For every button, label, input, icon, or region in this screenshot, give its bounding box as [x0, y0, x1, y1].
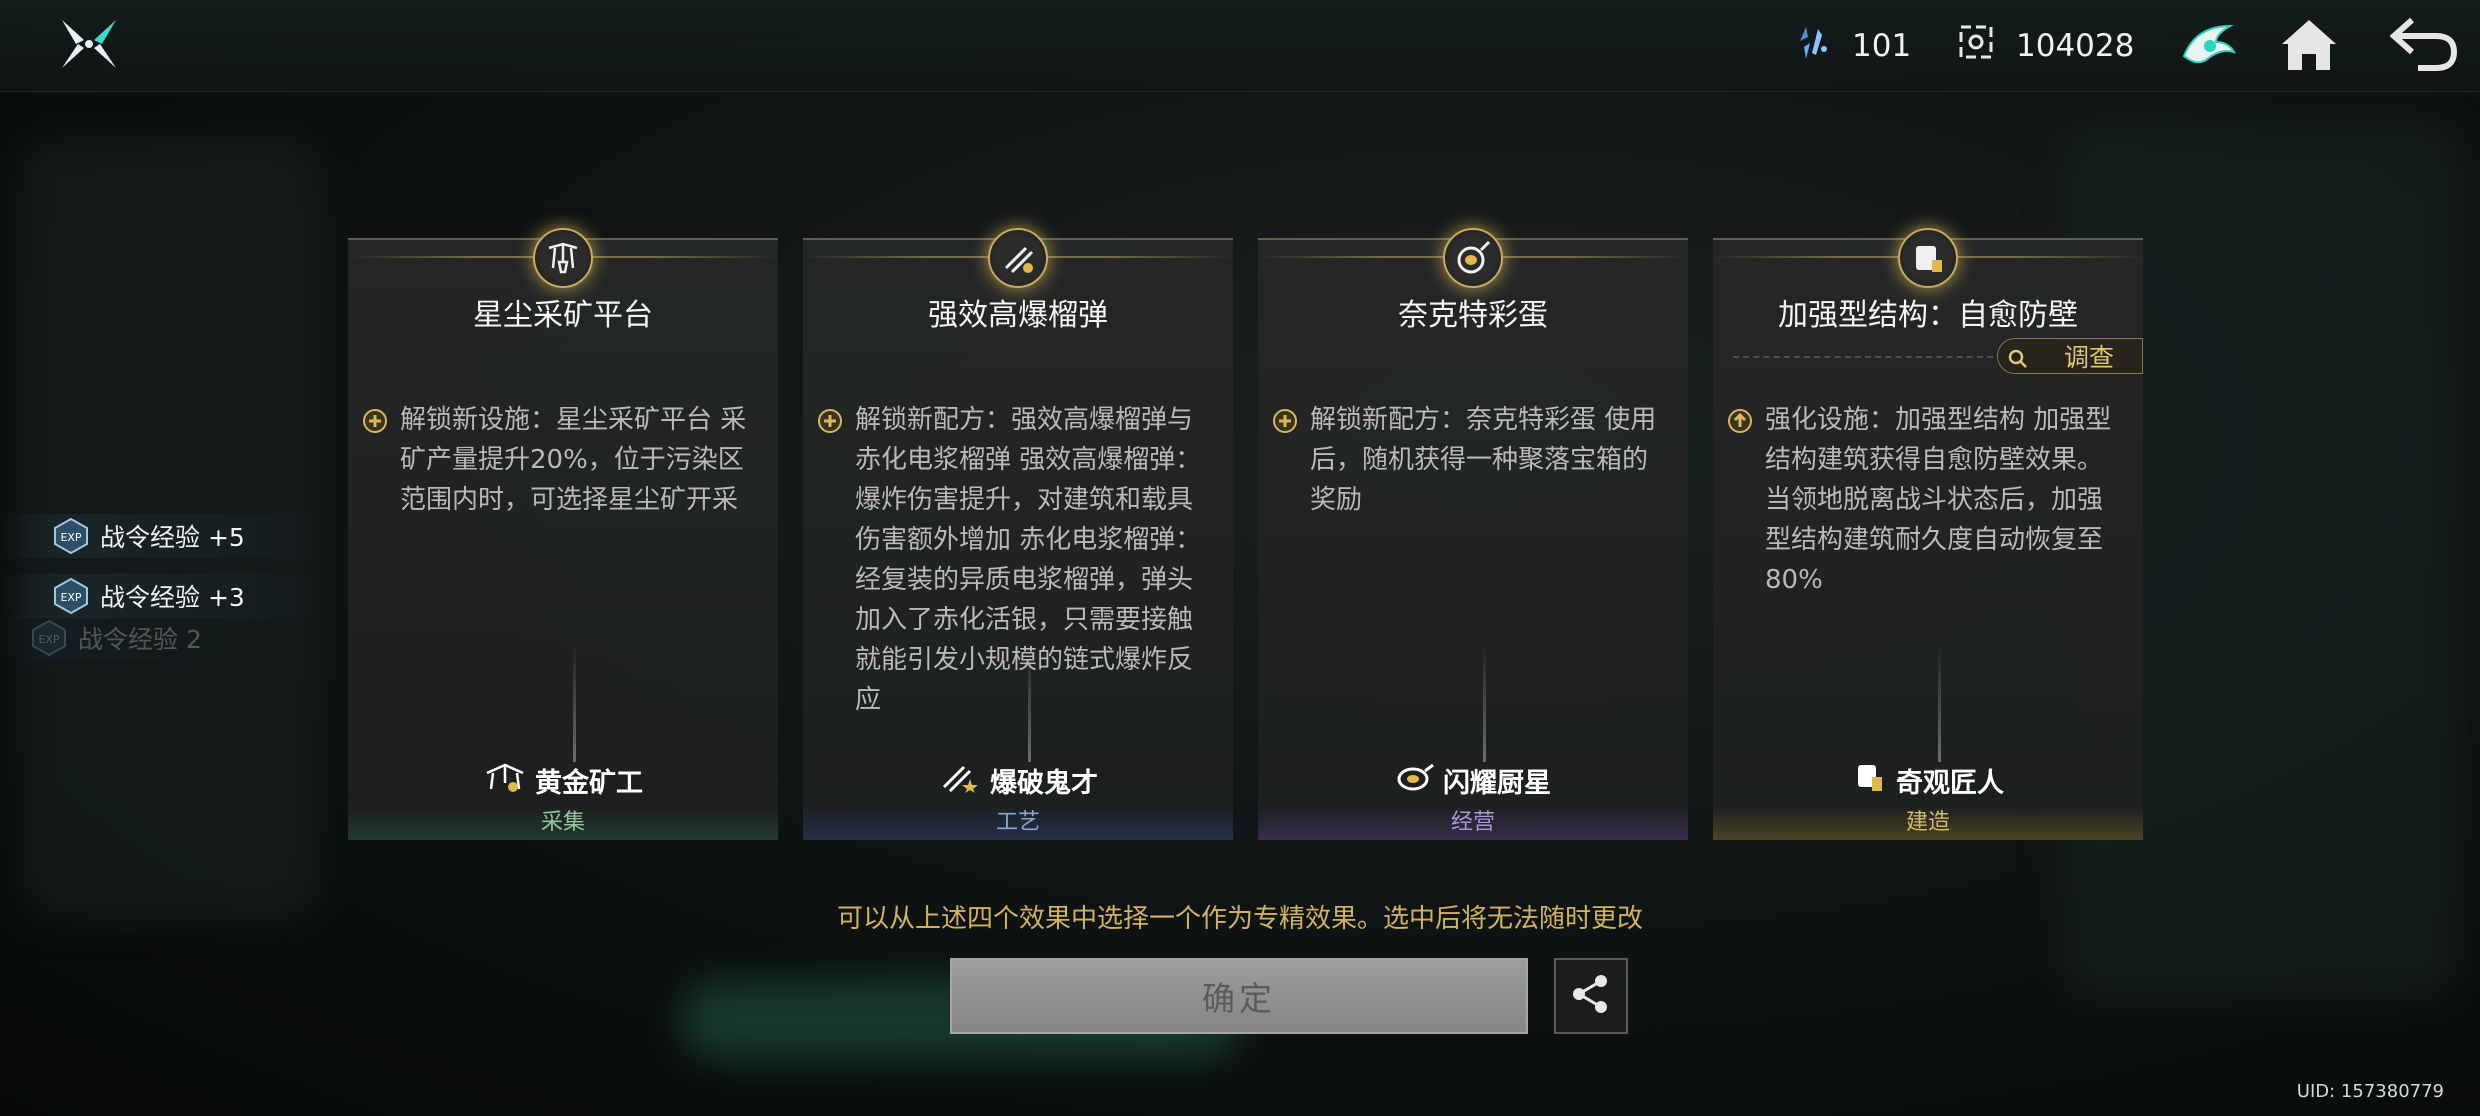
demolition-role-icon — [938, 761, 982, 800]
gear-box-icon — [1958, 24, 1994, 68]
builder-role-icon — [1852, 761, 1888, 800]
grenade-wrench-icon — [988, 228, 1048, 288]
card-title: 奈克特彩蛋 — [1398, 298, 1548, 333]
card-category: 建造 — [1713, 806, 2143, 840]
guild-emblem-icon[interactable] — [2176, 12, 2242, 78]
card-role-label: 黄金矿工 — [535, 768, 643, 799]
card-description: 解锁新配方：奈克特彩蛋 使用后，随机获得一种聚落宝箱的奖励 — [1310, 405, 1657, 515]
card-role-label: 闪耀厨星 — [1443, 768, 1551, 799]
gear-resource[interactable]: 104028 — [1958, 22, 2134, 70]
light-beam — [1028, 642, 1031, 762]
structure-block-icon — [1898, 228, 1958, 288]
card-role: 奇观匠人 — [1713, 761, 2143, 800]
exp-badge-icon: EXP — [30, 619, 68, 657]
card-role: 黄金矿工 — [348, 761, 778, 800]
title-divider — [1733, 356, 1993, 358]
specialization-card-grenade[interactable]: 强效高爆榴弹 解锁新配方：强效高爆榴弹与赤化电浆榴弹 强效高爆榴弹：爆炸伤害提升… — [803, 228, 1233, 840]
specialization-card-egg[interactable]: 奈克特彩蛋 解锁新配方：奈克特彩蛋 使用后，随机获得一种聚落宝箱的奖励 闪耀厨星… — [1258, 228, 1688, 840]
svg-text:EXP: EXP — [60, 531, 81, 544]
confirm-button[interactable]: 确定 — [950, 958, 1528, 1034]
card-description: 强化设施：加强型结构 加强型结构建筑获得自愈防壁效果。当领地脱离战斗状态后，加强… — [1765, 405, 2112, 595]
card-title: 星尘采矿平台 — [473, 298, 653, 333]
exp-reward-label: 战令经验 2 — [78, 625, 202, 654]
light-beam — [1938, 642, 1941, 762]
frying-pan-icon — [1443, 228, 1503, 288]
crystal-shard-icon — [1796, 23, 1830, 69]
light-beam — [1483, 642, 1486, 762]
card-description: 解锁新设施：星尘采矿平台 采矿产量提升20%，位于污染区范围内时，可选择星尘矿开… — [400, 405, 747, 515]
exp-badge-icon: EXP — [52, 517, 90, 555]
specialization-card-mining[interactable]: 星尘采矿平台 解锁新设施：星尘采矿平台 采矿产量提升20%，位于污染区范围内时，… — [348, 228, 778, 840]
specialization-card-structure[interactable]: 加强型结构：自愈防壁 调查 强化设施：加强型结构 加强型结构建筑获得自愈防壁效果… — [1713, 228, 2143, 840]
card-title: 强效高爆榴弹 — [928, 298, 1108, 333]
exp-badge-icon: EXP — [52, 577, 90, 615]
share-icon — [1569, 972, 1613, 1020]
confirm-label: 确定 — [1202, 979, 1276, 1018]
game-logo-icon[interactable] — [58, 16, 120, 72]
card-role: 爆破鬼才 — [803, 761, 1233, 800]
back-arrow-icon[interactable] — [2389, 12, 2458, 78]
chef-role-icon — [1395, 761, 1435, 800]
crystal-resource[interactable]: 101 — [1796, 22, 1911, 70]
svg-text:EXP: EXP — [38, 633, 59, 646]
plus-circle-icon — [362, 408, 388, 434]
exp-reward-row: EXP 战令经验 +5 — [0, 514, 330, 558]
card-category: 采集 — [348, 806, 778, 840]
miner-role-icon — [483, 761, 527, 800]
svg-text:EXP: EXP — [60, 591, 81, 604]
selection-hint: 可以从上述四个效果中选择一个作为专精效果。选中后将无法随时更改 — [836, 904, 1643, 934]
inspect-button[interactable]: 调查 — [1997, 338, 2143, 374]
crystal-count: 101 — [1852, 28, 1912, 64]
exp-reward-row: EXP 战令经验 2 — [0, 616, 308, 660]
exp-reward-row: EXP 战令经验 +3 — [0, 574, 330, 618]
card-role: 闪耀厨星 — [1258, 761, 1688, 800]
top-bar: 101 104028 — [0, 0, 2480, 92]
search-icon — [2008, 346, 2028, 368]
exp-reward-label: 战令经验 +5 — [100, 523, 245, 552]
card-category: 经营 — [1258, 806, 1688, 840]
user-id: UID: 157380779 — [2296, 1081, 2444, 1102]
exp-reward-label: 战令经验 +3 — [100, 583, 245, 612]
mining-drill-icon — [533, 228, 593, 288]
card-role-label: 奇观匠人 — [1896, 768, 2004, 799]
inspect-label: 调查 — [2063, 343, 2114, 372]
gear-count: 104028 — [2016, 28, 2135, 64]
share-button[interactable] — [1554, 958, 1628, 1034]
upgrade-arrow-icon — [1727, 408, 1753, 434]
card-role-label: 爆破鬼才 — [990, 768, 1098, 799]
light-beam — [573, 642, 576, 762]
card-title: 加强型结构：自愈防壁 — [1778, 298, 2078, 333]
card-category: 工艺 — [803, 806, 1233, 840]
plus-circle-icon — [817, 408, 843, 434]
home-icon[interactable] — [2276, 12, 2342, 78]
plus-circle-icon — [1272, 408, 1298, 434]
